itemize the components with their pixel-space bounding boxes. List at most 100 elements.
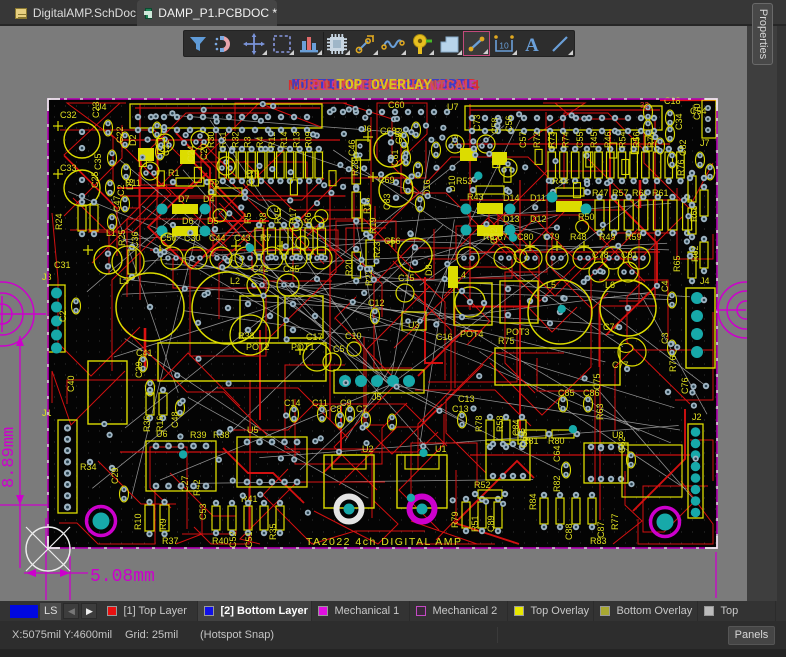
svg-text:C15: C15 [398,273,415,283]
svg-text:R59: R59 [625,232,642,242]
svg-text:R43: R43 [467,192,484,202]
svg-text:R61: R61 [652,188,669,198]
svg-text:C14: C14 [284,398,301,408]
svg-text:C25: C25 [90,171,100,188]
svg-text:D11: D11 [530,193,546,203]
svg-text:C35: C35 [93,153,103,170]
svg-text:POT4: POT4 [460,329,484,339]
svg-text:R56: R56 [632,131,642,148]
svg-text:C32: C32 [60,110,77,120]
svg-text:32: 32 [640,101,649,110]
svg-text:R36: R36 [142,415,152,432]
svg-text:R57: R57 [612,188,629,198]
svg-text:C42: C42 [252,264,269,274]
svg-text:C45: C45 [283,264,300,274]
svg-text:C18: C18 [664,96,681,106]
svg-text:C12: C12 [368,298,385,308]
svg-text:D14: D14 [503,193,520,203]
svg-text:D6: D6 [182,216,194,226]
svg-text:R76: R76 [676,159,686,176]
svg-text:R3: R3 [243,136,253,148]
svg-text:J3: J3 [42,272,52,282]
svg-text:C10: C10 [345,331,362,341]
svg-text:J1: J1 [42,408,52,418]
svg-text:R8: R8 [258,212,268,224]
svg-text:C70: C70 [692,103,702,120]
svg-text:R82: R82 [552,475,562,492]
svg-text:C72: C72 [489,227,499,244]
svg-text:L1: L1 [106,228,116,238]
svg-text:C29: C29 [110,467,120,484]
svg-text:D8: D8 [424,264,434,276]
svg-text:R73: R73 [546,131,556,148]
svg-text:R2: R2 [208,179,220,189]
svg-text:R19: R19 [368,217,378,234]
svg-text:D4: D4 [203,194,215,204]
svg-text:R65: R65 [672,255,682,272]
svg-text:D2: D2 [128,134,138,146]
svg-text:R5: R5 [243,212,253,224]
svg-text:R44: R44 [552,176,569,186]
svg-text:R4: R4 [255,136,265,148]
svg-text:C24: C24 [186,145,196,162]
svg-text:R75: R75 [498,336,515,346]
svg-text:U6: U6 [156,429,168,439]
svg-text:5.08mm: 5.08mm [90,567,155,587]
svg-text:8.89mm: 8.89mm [0,427,19,488]
svg-text:C88: C88 [564,523,574,540]
svg-text:J4: J4 [700,276,710,286]
svg-text:C34: C34 [674,113,684,130]
svg-text:R45: R45 [589,131,599,148]
svg-text:D7: D7 [178,194,190,204]
svg-text:R23: R23 [372,241,382,258]
svg-text:R63: R63 [595,403,605,420]
svg-text:C87: C87 [596,521,606,538]
svg-text:C53: C53 [198,503,208,520]
svg-text:R30: R30 [206,131,216,148]
svg-text:R74: R74 [561,131,571,148]
svg-text:R78: R78 [474,415,484,432]
svg-text:R79: R79 [450,511,460,528]
svg-text:C16: C16 [436,332,453,342]
svg-text:R6: R6 [303,212,313,224]
svg-text:C39: C39 [134,361,144,378]
svg-text:R53: R53 [456,176,473,186]
svg-text:L6: L6 [605,280,615,290]
svg-text:L5: L5 [546,280,556,290]
svg-text:U1: U1 [435,444,447,454]
svg-text:C23: C23 [91,101,101,118]
svg-text:C64: C64 [552,445,562,462]
svg-text:R58: R58 [495,415,505,432]
svg-text:C13: C13 [458,394,475,404]
svg-text:C11: C11 [312,398,328,408]
svg-text:C9: C9 [340,398,352,408]
svg-text:R84: R84 [528,493,538,510]
svg-text:C81: C81 [621,250,638,260]
svg-text:R51: R51 [470,515,480,532]
svg-text:TA2022 4ch DIGITAL AMP: TA2022 4ch DIGITAL AMP [306,536,463,548]
svg-text:R72: R72 [532,131,542,148]
svg-text:J5: J5 [372,392,382,402]
svg-text:R39: R39 [190,430,207,440]
svg-text:R14: R14 [279,131,289,148]
svg-text:C66: C66 [384,236,401,246]
svg-text:C19: C19 [245,169,255,186]
svg-text:C63: C63 [519,431,529,448]
svg-text:C83: C83 [382,193,392,210]
svg-text:J7: J7 [700,138,710,148]
svg-text:D13: D13 [503,214,520,224]
svg-text:C82: C82 [678,139,688,156]
svg-text:C76: C76 [680,377,690,394]
svg-text:J2: J2 [692,412,702,422]
svg-text:R24: R24 [54,213,64,230]
svg-text:R10: R10 [133,513,143,530]
svg-text:R11: R11 [125,178,141,188]
svg-text:C13: C13 [452,404,469,414]
svg-text:A: A [525,35,539,56]
svg-text:C22: C22 [115,126,125,143]
svg-text:R52: R52 [474,480,491,490]
svg-text:R1: R1 [168,168,180,178]
svg-text:R25: R25 [117,229,127,246]
svg-text:C78: C78 [592,250,609,260]
svg-text:R40: R40 [212,536,229,546]
